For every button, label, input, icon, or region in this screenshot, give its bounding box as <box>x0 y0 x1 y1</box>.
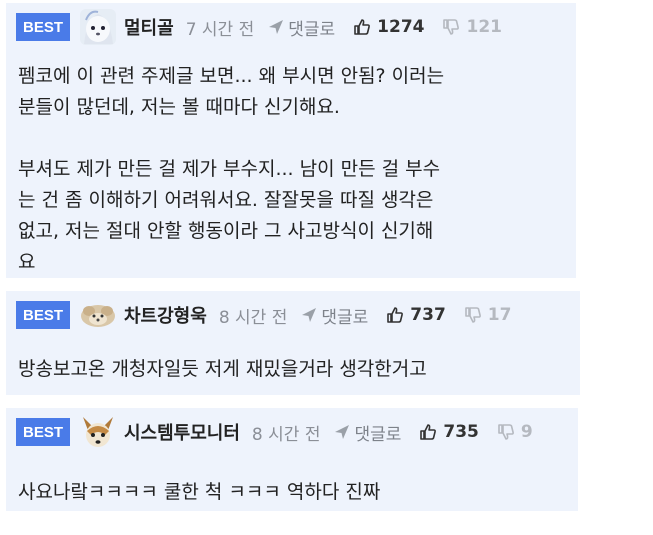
timestamp: 8 시간 전 <box>251 424 321 445</box>
avatar-image-icon <box>80 9 116 45</box>
reply-button[interactable]: 댓글로 <box>268 15 335 40</box>
comment-text: 펨코에 이 관련 주제글 보면... 왜 부시면 안됨? 이러는 분들이 많던데… <box>18 65 445 273</box>
best-badge: BEST <box>16 301 70 329</box>
reply-label: 댓글로 <box>288 19 336 40</box>
avatar-image-icon <box>83 417 113 447</box>
dislike-button[interactable]: 17 <box>464 305 512 325</box>
comment-text: 사요나랔ㅋㅋㅋㅋ 쿨한 척 ㅋㅋㅋ 역하다 진짜 <box>18 481 381 503</box>
avatar[interactable] <box>78 296 118 334</box>
comment-text: 방송보고온 개청자일듯 저게 재밌을거라 생각한거고 <box>18 358 427 380</box>
comment-card: BEST 멀티골 7 시간 전 댓글로 1274 121 펨코에 이 관련 주제… <box>6 3 576 278</box>
dislike-count: 9 <box>520 422 533 442</box>
reply-button[interactable]: 댓글로 <box>334 420 401 445</box>
like-count: 735 <box>443 422 479 442</box>
thumbs-up-icon <box>354 19 371 35</box>
thumbs-up-icon <box>387 307 404 323</box>
comment-card: BEST 시스템투모니터 8 시간 전 댓글로 735 9 사요나랔ㅋㅋㅋㅋ 쿨… <box>6 408 578 511</box>
comment-card: BEST 차트강형욱 8 시간 전 댓글로 737 17 방송보고온 개청자일듯… <box>6 291 580 395</box>
send-arrow-icon <box>335 425 350 439</box>
thumbs-down-icon <box>464 307 481 323</box>
send-arrow-icon <box>302 308 317 322</box>
best-badge: BEST <box>16 13 70 41</box>
nickname[interactable]: 차트강형욱 <box>124 302 207 328</box>
send-arrow-icon <box>269 20 284 34</box>
avatar[interactable] <box>78 8 118 46</box>
like-button[interactable]: 737 <box>386 305 446 325</box>
best-badge: BEST <box>16 418 70 446</box>
avatar-image-icon <box>81 305 115 327</box>
avatar[interactable] <box>78 413 118 451</box>
like-count: 1274 <box>377 17 425 37</box>
like-count: 737 <box>410 305 446 325</box>
dislike-button[interactable]: 9 <box>497 422 533 442</box>
comment-header: BEST 차트강형욱 8 시간 전 댓글로 737 17 <box>16 295 574 335</box>
thumbs-down-icon <box>498 424 514 440</box>
nickname[interactable]: 시스템투모니터 <box>124 419 240 445</box>
comment-header: BEST 시스템투모니터 8 시간 전 댓글로 735 9 <box>16 412 572 452</box>
nickname[interactable]: 멀티골 <box>124 14 174 40</box>
timestamp: 8 시간 전 <box>218 307 288 328</box>
thumbs-down-icon <box>443 19 460 35</box>
timestamp: 7 시간 전 <box>185 19 255 40</box>
like-button[interactable]: 1274 <box>353 17 424 37</box>
reply-label: 댓글로 <box>354 424 402 445</box>
dislike-count: 17 <box>487 305 512 325</box>
comment-header: BEST 멀티골 7 시간 전 댓글로 1274 121 <box>16 7 570 47</box>
dislike-count: 121 <box>466 17 502 37</box>
like-button[interactable]: 735 <box>419 422 479 442</box>
thumbs-up-icon <box>420 424 437 440</box>
reply-button[interactable]: 댓글로 <box>301 303 368 328</box>
reply-label: 댓글로 <box>321 307 369 328</box>
dislike-button[interactable]: 121 <box>442 17 502 37</box>
